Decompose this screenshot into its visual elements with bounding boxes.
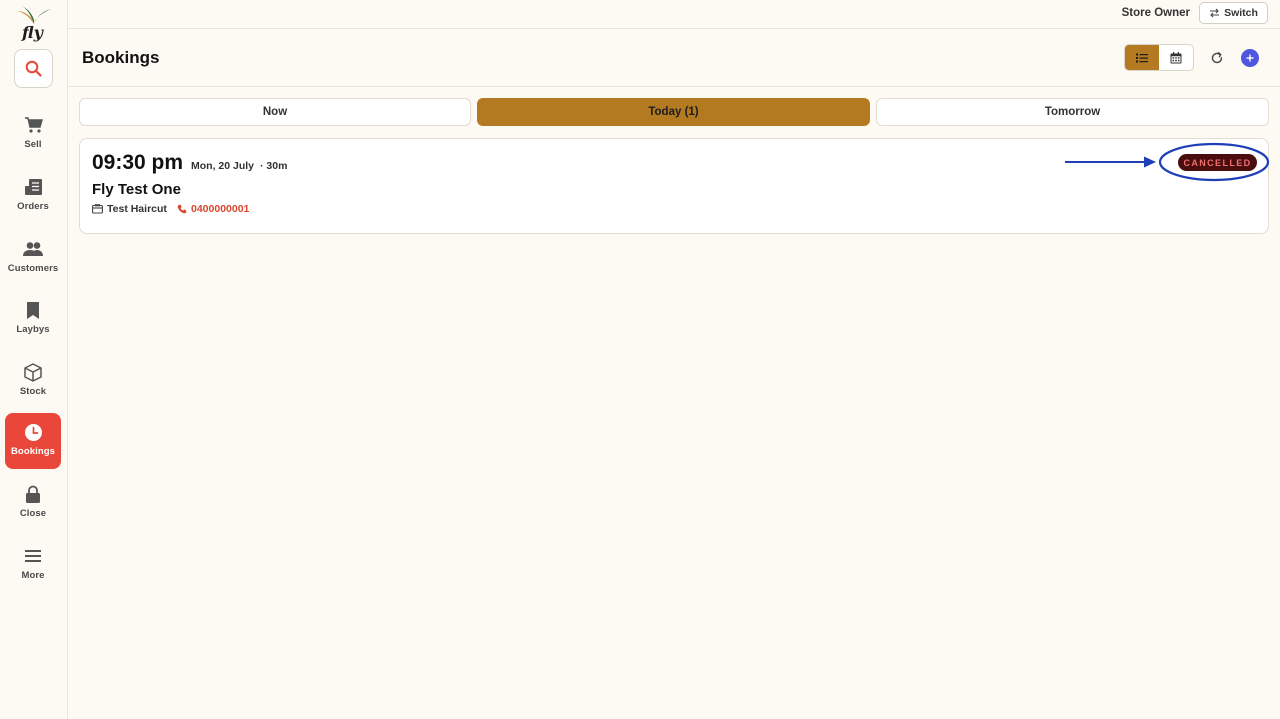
sidebar: fly Sell Orders Customers Laybys Stock B… xyxy=(0,0,68,719)
service-icon xyxy=(92,204,103,214)
calendar-view-button[interactable] xyxy=(1159,45,1193,70)
booking-phone[interactable]: 0400000001 xyxy=(177,203,249,215)
sidebar-item-more[interactable]: More xyxy=(5,537,61,593)
clock-icon xyxy=(23,422,43,442)
booking-time: 09:30 pm xyxy=(92,151,184,174)
phone-icon xyxy=(177,204,187,214)
sidebar-item-label: Stock xyxy=(19,386,47,397)
refresh-button[interactable] xyxy=(1208,49,1226,67)
booking-duration: · 30m xyxy=(260,160,288,172)
people-icon xyxy=(23,239,43,259)
swap-icon xyxy=(1210,8,1220,18)
tab-today[interactable]: Today (1) xyxy=(477,98,870,126)
plus-icon xyxy=(1246,54,1254,62)
bookmark-icon xyxy=(23,300,43,320)
refresh-icon xyxy=(1211,52,1223,64)
box-icon xyxy=(23,362,43,382)
top-bar: Store Owner Switch xyxy=(68,0,1280,29)
sidebar-item-label: Sell xyxy=(24,139,42,150)
sidebar-item-orders[interactable]: Orders xyxy=(5,168,61,224)
sidebar-item-label: Orders xyxy=(17,201,49,212)
sidebar-item-bookings[interactable]: Bookings xyxy=(5,413,61,469)
sidebar-item-label: Close xyxy=(19,508,47,519)
current-user: Store Owner xyxy=(1121,7,1190,19)
booking-customer: Fly Test One xyxy=(92,181,181,198)
add-booking-button[interactable] xyxy=(1241,49,1259,67)
booking-service: Test Haircut xyxy=(92,203,167,215)
cart-icon xyxy=(23,115,43,135)
tab-now[interactable]: Now xyxy=(79,98,471,126)
calendar-icon xyxy=(1170,51,1182,63)
booking-date: Mon, 20 July xyxy=(191,160,255,172)
logo-text: fly xyxy=(22,23,43,42)
sidebar-item-close[interactable]: Close xyxy=(5,475,61,531)
view-toggle xyxy=(1124,44,1194,71)
phone-number[interactable]: 0400000001 xyxy=(191,203,249,215)
status-badge: CANCELLED xyxy=(1178,154,1257,171)
fly-logo[interactable]: fly xyxy=(17,6,51,42)
sidebar-item-customers[interactable]: Customers xyxy=(5,230,61,286)
menu-icon xyxy=(23,546,43,566)
page-header: Bookings xyxy=(68,29,1280,87)
list-icon xyxy=(1136,53,1148,62)
search-button[interactable] xyxy=(14,49,53,88)
list-view-button[interactable] xyxy=(1125,45,1159,70)
lock-icon xyxy=(23,484,43,504)
service-name: Test Haircut xyxy=(107,203,167,215)
sidebar-item-label: More xyxy=(21,570,45,581)
sidebar-item-label: Customers xyxy=(7,263,59,274)
switch-user-button[interactable]: Switch xyxy=(1199,2,1268,24)
sidebar-item-label: Bookings xyxy=(10,446,56,457)
search-icon xyxy=(25,60,42,77)
booking-card[interactable]: 09:30 pm Mon, 20 July · 30m Fly Test One… xyxy=(79,138,1269,234)
sidebar-item-label: Laybys xyxy=(16,324,50,335)
receipt-icon xyxy=(23,177,43,197)
sidebar-item-sell[interactable]: Sell xyxy=(5,106,61,162)
switch-label: Switch xyxy=(1224,7,1258,19)
sidebar-item-stock[interactable]: Stock xyxy=(5,353,61,409)
tab-tomorrow[interactable]: Tomorrow xyxy=(876,98,1269,126)
sidebar-item-laybys[interactable]: Laybys xyxy=(5,291,61,347)
page-title: Bookings xyxy=(82,48,160,67)
